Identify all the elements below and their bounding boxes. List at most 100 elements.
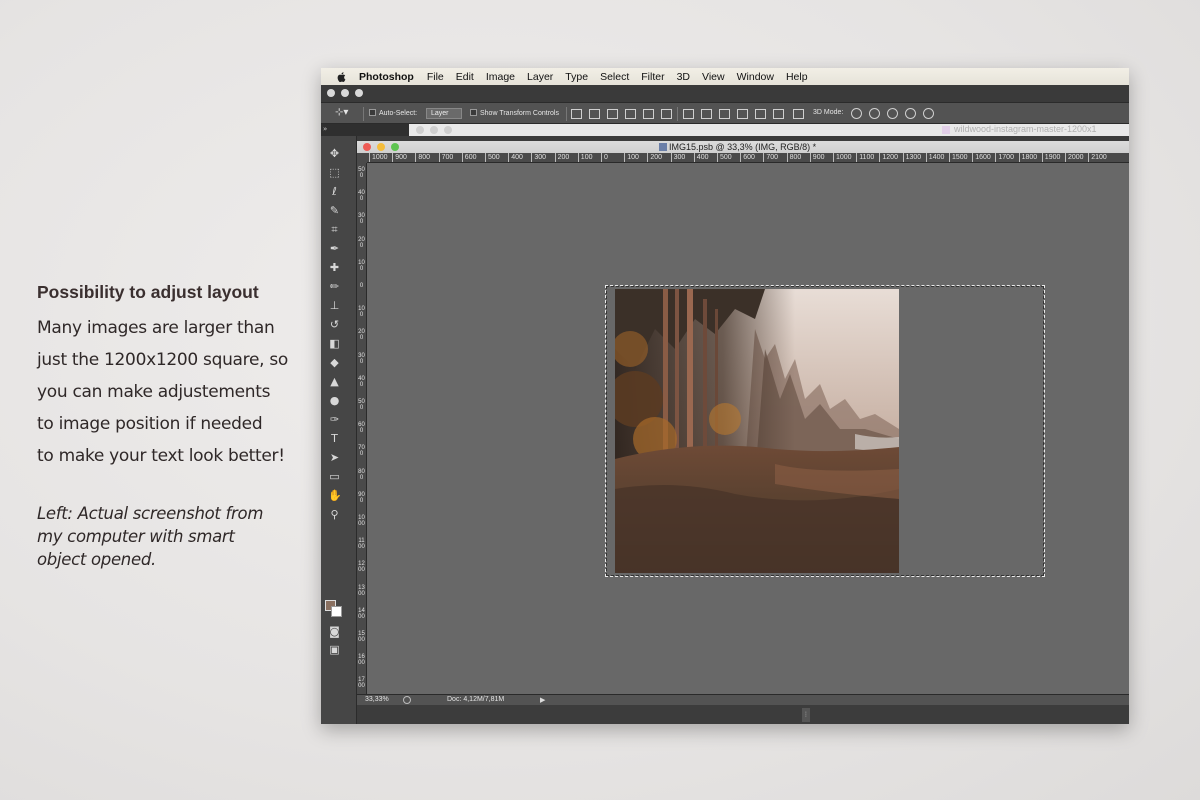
vertical-ruler[interactable]: 500 400 300 200 100 0 100 200 300 400 500 600 700 800…: [357, 163, 367, 694]
minimize-window-button[interactable]: [341, 89, 349, 97]
stamp-tool-icon[interactable]: ⊥: [328, 300, 341, 312]
auto-select-checkbox[interactable]: Auto-Select:: [369, 109, 417, 117]
menu-help[interactable]: Help: [786, 71, 808, 83]
auto-align-icon[interactable]: [793, 109, 804, 119]
paragraph-line: to image position if needed: [37, 414, 263, 434]
move-tool-icon[interactable]: ✥: [328, 148, 341, 160]
background-document-window[interactable]: wildwood-instagram-master-1200x1: [409, 124, 1129, 136]
ruler-h-label: 1200: [879, 153, 898, 162]
lasso-tool-icon[interactable]: ℓ: [328, 186, 341, 198]
menu-app-name[interactable]: Photoshop: [359, 71, 414, 83]
distribute-right-icon[interactable]: [773, 109, 784, 119]
menu-edit[interactable]: Edit: [456, 71, 474, 83]
align-top-icon[interactable]: [571, 109, 582, 119]
pen-tool-icon[interactable]: ✑: [328, 414, 341, 426]
psb-file-icon: [659, 143, 667, 151]
document-size: Doc: 4,12M/7,81M: [447, 696, 505, 703]
ruler-h-label: 300: [670, 153, 685, 162]
history-brush-tool-icon[interactable]: ↺: [328, 319, 341, 331]
crop-tool-icon[interactable]: ⌗: [328, 224, 341, 236]
ruler-v-label: 200: [358, 236, 365, 249]
lower-panel-strip: ⋮: [357, 705, 1129, 724]
menu-window[interactable]: Window: [737, 71, 774, 83]
shape-tool-icon[interactable]: ▭: [328, 471, 341, 483]
brush-tool-icon[interactable]: ✏: [328, 281, 341, 293]
ruler-v-label: 100: [358, 306, 365, 319]
path-select-tool-icon[interactable]: ➤: [328, 452, 341, 464]
description-paragraph: Many images are larger than just the 120…: [37, 312, 302, 472]
forest-photo[interactable]: [615, 289, 899, 573]
zoom-window-button[interactable]: [355, 89, 363, 97]
ruler-h-label: 800: [415, 153, 430, 162]
3d-pan-icon[interactable]: [887, 108, 898, 119]
healing-tool-icon[interactable]: ✚: [328, 262, 341, 274]
doc-close-button[interactable]: [363, 143, 371, 151]
align-hcenter-icon[interactable]: [643, 109, 654, 119]
marquee-tool-icon[interactable]: ⬚: [328, 167, 341, 179]
resize-grip-icon[interactable]: ⋮: [802, 708, 810, 722]
close-window-button[interactable]: [327, 89, 335, 97]
menu-layer[interactable]: Layer: [527, 71, 553, 83]
hand-tool-icon[interactable]: ✋: [328, 490, 342, 502]
distribute-hcenter-icon[interactable]: [755, 109, 766, 119]
zoom-tool-icon[interactable]: ⚲: [328, 509, 341, 521]
menu-type[interactable]: Type: [565, 71, 588, 83]
ruler-h-label: 200: [647, 153, 662, 162]
ruler-h-label: 1000: [833, 153, 852, 162]
auto-select-dropdown[interactable]: Layer: [426, 108, 462, 119]
doc-minimize-button[interactable]: [377, 143, 385, 151]
type-tool-icon[interactable]: T: [328, 433, 341, 445]
canvas-area[interactable]: [367, 163, 1129, 694]
ruler-v-label: 400: [358, 190, 365, 203]
quick-select-tool-icon[interactable]: ✎: [328, 205, 341, 217]
3d-rotate-icon[interactable]: [851, 108, 862, 119]
bg-zoom-button[interactable]: [444, 126, 452, 134]
distribute-bottom-icon[interactable]: [719, 109, 730, 119]
transform-controls-checkbox[interactable]: Show Transform Controls: [470, 109, 559, 117]
distribute-left-icon[interactable]: [737, 109, 748, 119]
screen-mode-icon[interactable]: ▣: [328, 644, 341, 656]
ruler-h-label: 1900: [1041, 153, 1060, 162]
apple-logo-icon[interactable]: [335, 71, 349, 83]
ruler-v-label: 0: [359, 283, 364, 289]
eyedropper-tool-icon[interactable]: ✒: [328, 243, 341, 255]
distribute-vcenter-icon[interactable]: [701, 109, 712, 119]
align-vcenter-icon[interactable]: [589, 109, 600, 119]
menu-file[interactable]: File: [427, 71, 444, 83]
quick-mask-icon[interactable]: ◙: [328, 626, 341, 638]
3d-slide-icon[interactable]: [905, 108, 916, 119]
3d-scale-icon[interactable]: [923, 108, 934, 119]
doc-zoom-button[interactable]: [391, 143, 399, 151]
collapse-toolbar-icon[interactable]: »: [323, 125, 327, 133]
bg-close-button[interactable]: [416, 126, 424, 134]
eraser-tool-icon[interactable]: ◧: [328, 338, 341, 350]
status-options-icon[interactable]: [403, 696, 411, 704]
background-color-swatch[interactable]: [331, 606, 342, 617]
align-left-icon[interactable]: [625, 109, 636, 119]
ruler-origin[interactable]: [357, 153, 367, 163]
bg-minimize-button[interactable]: [430, 126, 438, 134]
ruler-h-label: 2000: [1065, 153, 1084, 162]
menu-3d[interactable]: 3D: [677, 71, 690, 83]
align-right-icon[interactable]: [661, 109, 672, 119]
move-tool-preset-icon[interactable]: ⊹▾: [335, 107, 348, 118]
ruler-h-label: 700: [438, 153, 453, 162]
paint-bucket-tool-icon[interactable]: ◆: [328, 357, 341, 369]
paragraph-line: you can make adjustements: [37, 382, 271, 402]
photoshop-screenshot: Photoshop File Edit Image Layer Type Sel…: [321, 68, 1129, 724]
status-menu-arrow-icon[interactable]: ▶: [540, 696, 545, 704]
menu-view[interactable]: View: [702, 71, 725, 83]
menu-image[interactable]: Image: [486, 71, 515, 83]
align-bottom-icon[interactable]: [607, 109, 618, 119]
3d-roll-icon[interactable]: [869, 108, 880, 119]
paragraph-line: just the 1200x1200 square, so: [37, 350, 288, 370]
blur-tool-icon[interactable]: ▲: [328, 376, 341, 388]
menu-select[interactable]: Select: [600, 71, 629, 83]
dodge-tool-icon[interactable]: ●: [328, 395, 341, 407]
horizontal-ruler[interactable]: 1000 900 800 700 600 500 400 300 200 100 0 100 200 30…: [367, 153, 1129, 163]
zoom-level[interactable]: 33,33%: [365, 696, 389, 703]
ruler-h-label: 1800: [1018, 153, 1037, 162]
ruler-h-label: 1700: [995, 153, 1014, 162]
menu-filter[interactable]: Filter: [641, 71, 664, 83]
distribute-top-icon[interactable]: [683, 109, 694, 119]
